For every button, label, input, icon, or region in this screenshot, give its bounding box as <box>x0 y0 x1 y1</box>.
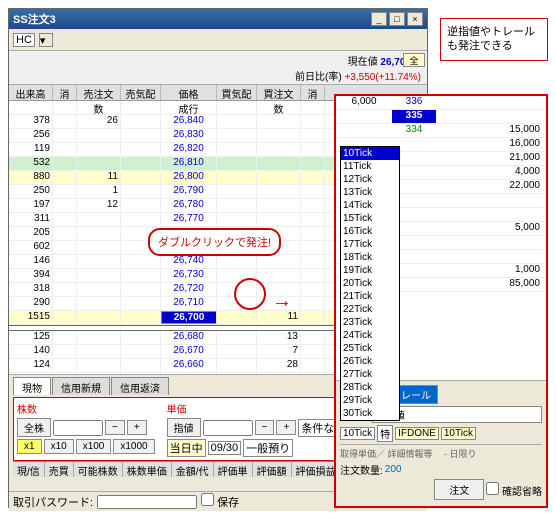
price-diff: +3,550(+11.74%) <box>344 72 421 83</box>
all-shares-button[interactable]: 全株 <box>17 418 51 437</box>
tick-option[interactable]: 12Tick <box>341 173 399 186</box>
popup-row[interactable]: 6,000336 <box>336 96 546 110</box>
price-plus-button[interactable]: + <box>276 420 296 435</box>
price-input[interactable] <box>203 420 253 436</box>
window-title: SS注文3 <box>13 11 369 27</box>
tick-option[interactable]: 26Tick <box>341 355 399 368</box>
qty-x10[interactable]: x10 <box>44 439 74 454</box>
tick-option[interactable]: 13Tick <box>341 186 399 199</box>
col-buy-qty: 買注文数 <box>257 85 301 100</box>
tick-option[interactable]: 20Tick <box>341 277 399 290</box>
bt-6[interactable]: 評価額 <box>253 462 292 477</box>
col-sell-depth: 売気配 <box>121 85 161 100</box>
popup-row[interactable]: 335 <box>336 110 546 124</box>
tick-option[interactable]: 24Tick <box>341 329 399 342</box>
all-button[interactable]: 全 <box>403 53 425 67</box>
bt-5[interactable]: 評価単 <box>214 462 253 477</box>
price-minus-button[interactable]: − <box>255 420 275 435</box>
account-select[interactable]: 一般預り <box>243 439 293 457</box>
col-cancel: 消 <box>53 85 77 100</box>
tick-option[interactable]: 11Tick <box>341 160 399 173</box>
tick-option[interactable]: 21Tick <box>341 290 399 303</box>
popup-row[interactable]: 33415,000 <box>336 124 546 138</box>
tick-option[interactable]: 27Tick <box>341 368 399 381</box>
minimize-button[interactable]: _ <box>371 12 387 26</box>
tick-option[interactable]: 14Tick <box>341 199 399 212</box>
bt-3[interactable]: 株数単価 <box>123 462 172 477</box>
col-sell-qty: 売注文数 <box>77 85 121 100</box>
date-select[interactable]: 09/30 <box>208 441 242 455</box>
tick-option[interactable]: 25Tick <box>341 342 399 355</box>
period-select[interactable]: 当日中 <box>167 439 206 457</box>
tick-option[interactable]: 22Tick <box>341 303 399 316</box>
limit-button[interactable]: 指値 <box>167 418 201 437</box>
col-cancel2: 消 <box>301 85 325 100</box>
tab-margin-new[interactable]: 信用新規 <box>52 377 110 395</box>
submit-order-button[interactable]: 注文 <box>434 479 484 500</box>
qty-input[interactable] <box>53 420 103 436</box>
tick-option[interactable]: 17Tick <box>341 238 399 251</box>
tick-option[interactable]: 29Tick <box>341 394 399 407</box>
tick-option[interactable]: 30Tick <box>341 407 399 420</box>
close-button[interactable]: × <box>407 12 423 26</box>
tick-option[interactable]: 15Tick <box>341 212 399 225</box>
now-label: 現在値 <box>348 57 378 68</box>
tick-option[interactable]: 10Tick <box>341 147 399 160</box>
bt-2[interactable]: 可能株数 <box>74 462 123 477</box>
tick-option[interactable]: 18Tick <box>341 251 399 264</box>
col-price: 価格 <box>161 85 217 100</box>
pw-label: 取引パスワード: <box>13 494 93 510</box>
tick-option[interactable]: 16Tick <box>341 225 399 238</box>
qty-x1[interactable]: x1 <box>17 439 42 454</box>
popup-footer-text: 取得単価／ 詳細情報等 - 日限り <box>340 444 542 460</box>
title-bar: SS注文3 _ □ × <box>9 9 427 29</box>
qty-group-label: 株数 <box>17 401 155 416</box>
symbol-select[interactable]: HC <box>13 33 35 47</box>
tick2-select[interactable]: 10Tick <box>441 427 476 440</box>
save-pw-check[interactable]: 保存 <box>201 493 239 510</box>
tick-dropdown[interactable]: 10Tick11Tick12Tick13Tick14Tick15Tick16Ti… <box>340 146 400 421</box>
special-select[interactable]: 特 <box>377 425 393 442</box>
price-group-label: 単価 <box>167 401 349 416</box>
skip-confirm-check[interactable]: 確認省略 <box>486 482 542 498</box>
price-info: 全 現在値 26,700 C 前日比(率) +3,550(+11.74%) <box>9 51 427 85</box>
tab-spot[interactable]: 現物 <box>13 377 51 395</box>
qty-x1000[interactable]: x1000 <box>113 439 154 454</box>
bt-0[interactable]: 現/信 <box>13 462 45 477</box>
highlight-circle <box>234 278 266 310</box>
col-volume: 出来高 <box>9 85 53 100</box>
annotation-note: 逆指値やトレールも発注できる <box>440 18 548 61</box>
tick-option[interactable]: 23Tick <box>341 316 399 329</box>
tick-option[interactable]: 28Tick <box>341 381 399 394</box>
tick-option[interactable]: 19Tick <box>341 264 399 277</box>
qty-plus-button[interactable]: + <box>127 420 147 435</box>
order-qty-value: 200 <box>385 464 402 475</box>
toolbar: HC ▾ <box>9 29 427 51</box>
callout-bubble: ダブルクリックで発注! <box>148 228 281 256</box>
bt-4[interactable]: 金額/代 <box>172 462 214 477</box>
refresh-icon[interactable]: ▾ <box>39 33 53 47</box>
ifdone-select[interactable]: IFDONE <box>395 427 439 440</box>
maximize-button[interactable]: □ <box>389 12 405 26</box>
tab-margin-close[interactable]: 信用返済 <box>111 377 169 395</box>
tick1-select[interactable]: 10Tick <box>340 427 375 440</box>
password-input[interactable] <box>97 495 197 509</box>
bt-1[interactable]: 売買 <box>45 462 74 477</box>
prev-label: 前日比(率) <box>295 72 342 83</box>
qty-x100[interactable]: x100 <box>76 439 112 454</box>
order-qty-label: 注文数量: <box>340 462 383 477</box>
col-buy-depth: 買気配 <box>217 85 257 100</box>
arrow-icon: → <box>272 290 292 313</box>
trigger-popup: 6,00033633533415,00016,00021,0004,00022,… <box>334 94 548 508</box>
qty-minus-button[interactable]: − <box>105 420 125 435</box>
